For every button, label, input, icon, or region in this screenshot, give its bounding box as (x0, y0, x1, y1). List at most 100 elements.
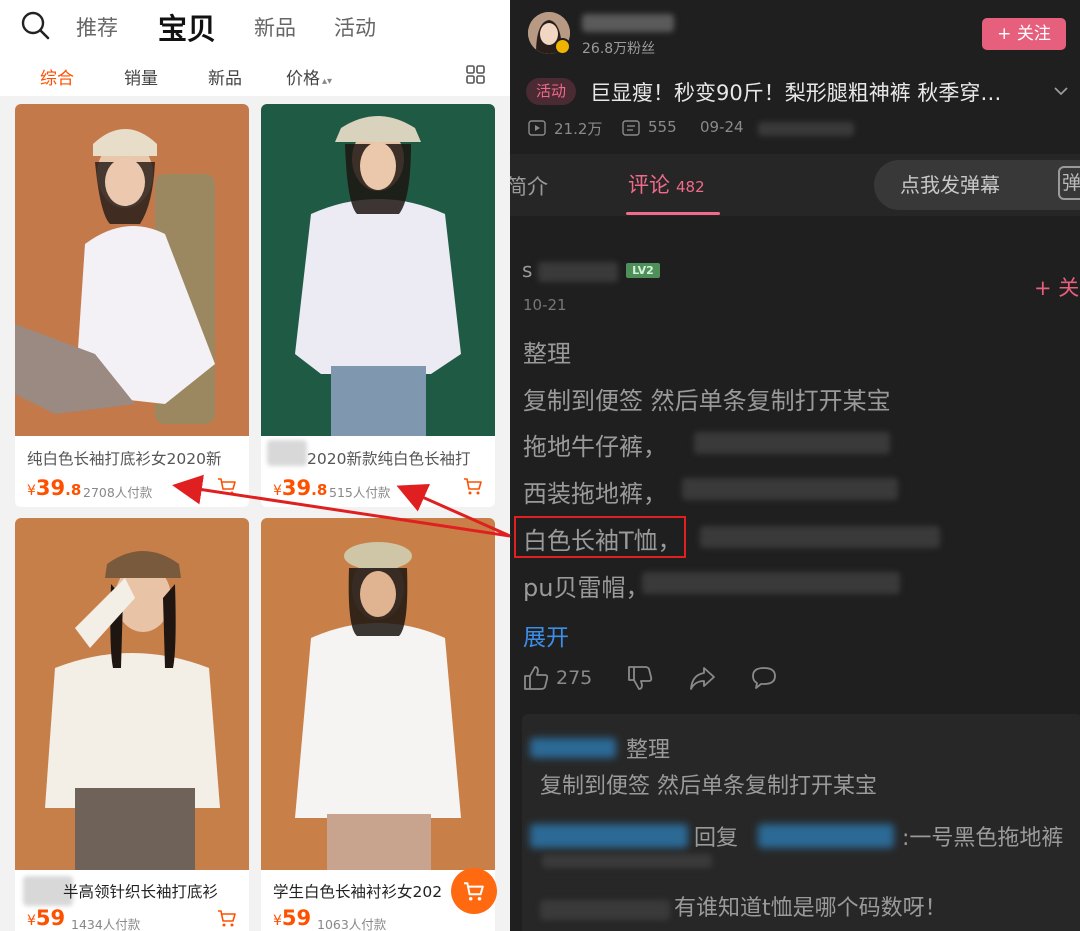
product-sales: 1063人付款 (317, 917, 387, 931)
blurred-username (582, 14, 674, 32)
floating-cart-button[interactable] (451, 868, 497, 914)
sort-sales[interactable]: 销量 (124, 64, 158, 89)
comment-line: 拖地牛仔裤， (523, 433, 667, 461)
verified-badge (554, 38, 571, 55)
cart-icon[interactable] (463, 476, 483, 496)
blurred-text (682, 478, 898, 500)
comment-line: pu贝雷帽， (523, 574, 650, 602)
blurred-text (542, 854, 712, 868)
price-decimal: .8 (311, 481, 328, 499)
sort-new[interactable]: 新品 (208, 64, 242, 89)
reply-list: 整理 复制到便签 然后单条复制打开某宝 回复 :一号黑色拖地裤 有谁知道t恤是哪… (522, 714, 1080, 931)
product-sales: 2708人付款 (83, 485, 153, 500)
product-price: ¥39.8 (27, 476, 81, 500)
price-integer: 59 (281, 906, 312, 930)
blurred-text (642, 572, 900, 594)
level-badge: LV2 (626, 263, 660, 278)
product-image (261, 104, 495, 436)
comment-line: 复制到便签 然后单条复制打开某宝 (523, 387, 891, 415)
blurred-username (538, 262, 618, 282)
blurred-username (758, 824, 894, 848)
tab-intro[interactable]: 简介 (510, 171, 548, 201)
follow-button[interactable]: + 关注 (982, 18, 1066, 50)
nav-tab-recommend[interactable]: 推荐 (76, 12, 118, 42)
sort-general[interactable]: 综合 (40, 64, 74, 89)
price-integer: 39 (281, 476, 312, 500)
comment-icon[interactable] (750, 664, 778, 692)
tab-comments[interactable]: 评论 482 (628, 169, 705, 199)
video-comment-screen: 26.8万粉丝 + 关注 活动 巨显瘦！秒变90斤！梨形腿粗神裤 秋季穿… 21… (510, 0, 1080, 931)
danmaku-input-button[interactable]: 点我发弹幕 (874, 160, 1080, 210)
price-decimal: .8 (65, 481, 82, 499)
share-icon[interactable] (688, 664, 716, 692)
comment-count: 482 (676, 178, 705, 196)
product-card[interactable]: 2020新款纯白色长袖打 ¥39.8 515人付款 (261, 104, 495, 507)
product-image (15, 518, 249, 870)
tab-bar: 简介 评论 482 点我发弹幕 (510, 154, 1080, 216)
reply-question: 有谁知道t恤是哪个码数呀！ (674, 896, 947, 921)
product-image (15, 104, 249, 436)
cart-icon[interactable] (217, 476, 237, 496)
view-count: 21.2万 (554, 120, 603, 138)
product-title: 2020新款纯白色长袖打 (307, 450, 471, 468)
product-card[interactable]: 学生白色长袖衬衫女202 ¥59 1063人付款 (261, 518, 495, 931)
price-currency: ¥ (273, 483, 282, 499)
product-price: ¥59 (27, 906, 65, 930)
reply-body: 复制到便签 然后单条复制打开某宝 (540, 774, 877, 799)
thumbs-up-icon[interactable] (522, 664, 550, 692)
product-sales: 1434人付款 (71, 917, 141, 931)
blurred-text (694, 432, 890, 454)
reply-word: 回复 (694, 826, 739, 851)
product-image (261, 518, 495, 870)
cart-icon[interactable] (217, 908, 237, 928)
nav-tab-items[interactable]: 宝贝 (158, 6, 216, 48)
blurred-text (540, 900, 670, 920)
danmaku-icon (622, 120, 640, 136)
product-price: ¥39.8 (273, 476, 327, 500)
price-currency: ¥ (27, 483, 36, 499)
video-title: 巨显瘦！秒变90斤！梨形腿粗神裤 秋季穿… (590, 81, 1002, 105)
video-title-row: 活动 巨显瘦！秒变90斤！梨形腿粗神裤 秋季穿… (526, 76, 1068, 106)
chevron-down-icon[interactable] (1054, 86, 1068, 96)
highlight-box (514, 516, 686, 558)
danmaku-count: 555 (648, 118, 677, 136)
activity-tag[interactable]: 活动 (526, 78, 577, 105)
product-card[interactable]: 纯白色长袖打底衫女2020新 ¥39.8 2708人付款 (15, 104, 249, 507)
danmaku-toggle-icon[interactable]: 弹 (1058, 166, 1080, 200)
sort-bar: 综合 销量 新品 价格 ▴▾ (0, 56, 510, 96)
reply-text: :一号黑色拖地裤 (902, 826, 1064, 851)
thumbs-down-icon[interactable] (626, 664, 654, 692)
product-card[interactable]: 半高领针织长袖打底衫 ¥59 1434人付款 (15, 518, 249, 931)
sort-price[interactable]: 价格 ▴▾ (286, 64, 332, 89)
nav-tab-activity[interactable]: 活动 (334, 12, 376, 42)
comment-follow-button[interactable]: + 关 (1034, 272, 1079, 302)
expand-link[interactable]: 展开 (523, 618, 569, 652)
price-integer: 39 (35, 476, 66, 500)
comment-line: 西装拖地裤， (523, 480, 667, 508)
nav-tab-new[interactable]: 新品 (254, 12, 296, 42)
blurred-shop-logo (267, 440, 307, 466)
price-currency: ¥ (273, 913, 282, 929)
fans-count: 26.8万粉丝 (582, 41, 656, 57)
like-count: 275 (556, 667, 593, 689)
product-price: ¥59 (273, 906, 311, 930)
cart-icon (464, 882, 484, 901)
tab-underline (626, 212, 720, 215)
shop-top-nav: 推荐 宝贝 新品 活动 (0, 0, 510, 56)
tab-comments-label: 评论 (628, 173, 670, 197)
comment-line: 整理 (523, 340, 571, 368)
grid-layout-icon[interactable] (466, 65, 485, 84)
comment-date: 10-21 (523, 296, 567, 314)
product-title: 半高领针织长袖打底衫 (63, 883, 219, 901)
blurred-username (530, 824, 688, 848)
comment-username[interactable]: s (522, 258, 532, 282)
reply-label: 整理 (626, 738, 671, 763)
price-currency: ¥ (27, 913, 36, 929)
blurred-text (758, 122, 854, 136)
product-sales: 515人付款 (329, 485, 391, 500)
search-icon[interactable] (20, 10, 50, 40)
sort-price-label: 价格 (286, 69, 320, 89)
sort-arrows-icon: ▴▾ (322, 76, 333, 87)
blurred-username (530, 738, 616, 758)
play-icon (528, 120, 546, 136)
